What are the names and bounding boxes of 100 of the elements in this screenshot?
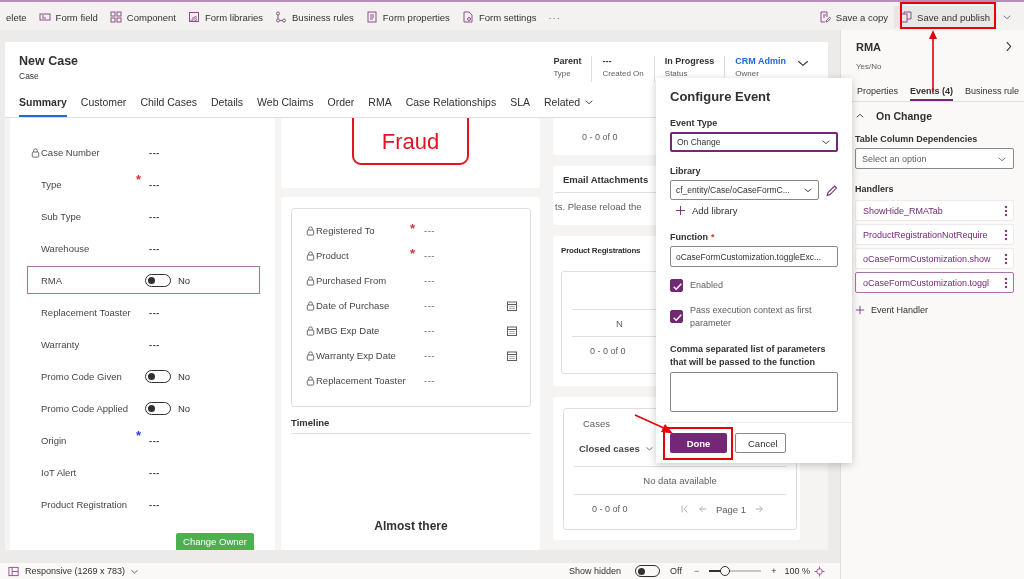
toolbar-button[interactable]: Component bbox=[103, 6, 182, 28]
field-row[interactable]: RMA No bbox=[27, 266, 260, 294]
more-button[interactable]: ··· bbox=[548, 11, 561, 23]
field-label: Sub Type bbox=[41, 210, 82, 222]
stamp: Fraud bbox=[352, 118, 469, 165]
required-marker: * bbox=[410, 222, 416, 235]
dropdown[interactable]: cf_entity/Case/oCaseFormC... bbox=[670, 180, 819, 200]
function-field[interactable]: oCaseFormCustomization.toggleExc... bbox=[670, 246, 838, 267]
zoom-in-button[interactable]: + bbox=[771, 566, 777, 576]
zoom-out-button[interactable]: − bbox=[693, 566, 700, 576]
tab[interactable]: Web Claims bbox=[257, 88, 314, 117]
tab[interactable]: Order bbox=[327, 88, 355, 117]
field-row[interactable]: Warehouse --- bbox=[27, 234, 260, 262]
field-row[interactable]: Replacement Toaster --- bbox=[27, 298, 260, 326]
toolbar-button[interactable]: Business rules bbox=[269, 6, 360, 28]
fit-icon[interactable] bbox=[814, 565, 825, 577]
tab[interactable]: Details bbox=[211, 88, 244, 117]
field-value: --- bbox=[424, 350, 435, 361]
view-selector[interactable]: Closed cases bbox=[579, 443, 654, 454]
tab[interactable]: RMA bbox=[368, 88, 392, 117]
field-value: --- bbox=[149, 306, 160, 318]
header-label: Type bbox=[553, 69, 572, 78]
owner-link[interactable]: CRM Admin bbox=[735, 56, 786, 66]
done-button[interactable]: Done bbox=[670, 433, 727, 453]
layout-icon[interactable] bbox=[8, 565, 19, 577]
field-label: Origin bbox=[41, 434, 68, 446]
handler-item[interactable]: oCaseFormCustomization.toggl bbox=[855, 272, 1014, 293]
add-library-button[interactable]: Add library bbox=[675, 205, 738, 216]
page-number: Page 1 bbox=[715, 503, 746, 515]
cancel-button[interactable]: Cancel bbox=[735, 433, 786, 453]
field-row[interactable]: Sub Type --- bbox=[27, 202, 260, 230]
file-settings-icon bbox=[461, 11, 474, 23]
field-row[interactable]: Promo Code Applied No bbox=[27, 394, 260, 422]
field-label: Warranty Exp Date bbox=[316, 350, 397, 361]
field-label: Product bbox=[316, 250, 350, 261]
field-label: Handlers bbox=[855, 184, 895, 194]
toggle-label: No bbox=[178, 402, 191, 414]
tab[interactable]: Events (4) bbox=[910, 83, 954, 101]
section-toggle[interactable]: On Change bbox=[855, 110, 932, 122]
toolbar-button[interactable]: elete bbox=[0, 6, 33, 28]
grid-icon bbox=[109, 11, 122, 23]
slider-thumb[interactable] bbox=[719, 566, 730, 576]
required-marker: * bbox=[410, 247, 416, 260]
field-row[interactable]: Product Registration --- bbox=[27, 490, 260, 518]
tab[interactable]: Related bbox=[544, 88, 595, 117]
field-row[interactable]: Origin * --- bbox=[27, 426, 260, 454]
field-value: --- bbox=[424, 375, 435, 386]
entity-name: Case bbox=[19, 71, 40, 81]
toggle-label: No bbox=[178, 370, 191, 382]
plus-icon bbox=[675, 205, 686, 216]
dropdown[interactable]: On Change bbox=[670, 132, 838, 152]
toolbar-button[interactable]: Save and publish bbox=[894, 6, 996, 28]
calendar-icon[interactable] bbox=[506, 299, 518, 312]
toolbar-button[interactable]: Form field bbox=[32, 6, 104, 28]
toggle-label: No bbox=[178, 274, 191, 286]
tab[interactable]: Business rule bbox=[965, 83, 1020, 101]
tab[interactable]: Case Relationships bbox=[405, 88, 497, 117]
field-value: --- bbox=[149, 338, 160, 350]
field-row[interactable]: Type * --- bbox=[27, 170, 260, 198]
field-row[interactable]: Warranty --- bbox=[27, 330, 260, 358]
field-label: MBG Exp Date bbox=[316, 325, 381, 336]
field-value: --- bbox=[149, 178, 160, 190]
handler-item[interactable]: ShowHide_RMATab bbox=[855, 200, 1014, 221]
field-label: Replacement Toaster bbox=[41, 306, 132, 318]
field-row[interactable]: IoT Alert --- bbox=[27, 458, 260, 486]
checkbox-label: Pass execution context as first parameter bbox=[690, 304, 813, 330]
checkbox[interactable] bbox=[670, 310, 683, 324]
toolbar-button[interactable]: Form settings bbox=[455, 6, 543, 28]
add-handler-button[interactable]: Event Handler bbox=[855, 305, 929, 315]
dropdown[interactable]: Select an option bbox=[855, 148, 1014, 169]
field-value: --- bbox=[149, 242, 160, 254]
field-label: Event Type bbox=[670, 118, 719, 128]
tab[interactable]: SLA bbox=[510, 88, 530, 117]
toolbar-button[interactable]: Save a copy bbox=[812, 6, 895, 28]
field-value: --- bbox=[424, 275, 435, 286]
tab[interactable]: Customer bbox=[80, 88, 127, 117]
toolbar-button[interactable]: Form properties bbox=[359, 6, 456, 28]
field-row[interactable]: Promo Code Given No bbox=[27, 362, 260, 390]
layout-selector[interactable]: Responsive (1269 x 783) bbox=[25, 566, 140, 576]
field-label: Warranty bbox=[41, 338, 81, 350]
parameters-field[interactable] bbox=[670, 372, 838, 413]
tab[interactable]: Properties bbox=[857, 83, 899, 101]
field-value: --- bbox=[149, 466, 160, 478]
tab[interactable]: Child Cases bbox=[140, 88, 197, 117]
calendar-icon[interactable] bbox=[506, 324, 518, 337]
plus-icon bbox=[855, 305, 865, 315]
field-value: --- bbox=[424, 325, 435, 336]
field-label: Case Number bbox=[41, 146, 101, 158]
handler-item[interactable]: oCaseFormCustomization.show bbox=[855, 248, 1014, 269]
header-label: Status bbox=[664, 69, 689, 78]
empty-message: N bbox=[616, 317, 623, 329]
pencil-icon[interactable] bbox=[825, 183, 838, 197]
toolbar-button[interactable]: Form libraries bbox=[181, 6, 270, 28]
field-label: Product Registration bbox=[41, 498, 129, 510]
handler-item[interactable]: ProductRegistrationNotRequire bbox=[855, 224, 1014, 245]
field-row[interactable]: Case Number --- bbox=[27, 138, 260, 166]
documents-icon bbox=[900, 11, 913, 23]
field-label: Warehouse bbox=[41, 242, 91, 254]
calendar-icon[interactable] bbox=[506, 349, 518, 362]
checkbox[interactable] bbox=[670, 279, 683, 292]
